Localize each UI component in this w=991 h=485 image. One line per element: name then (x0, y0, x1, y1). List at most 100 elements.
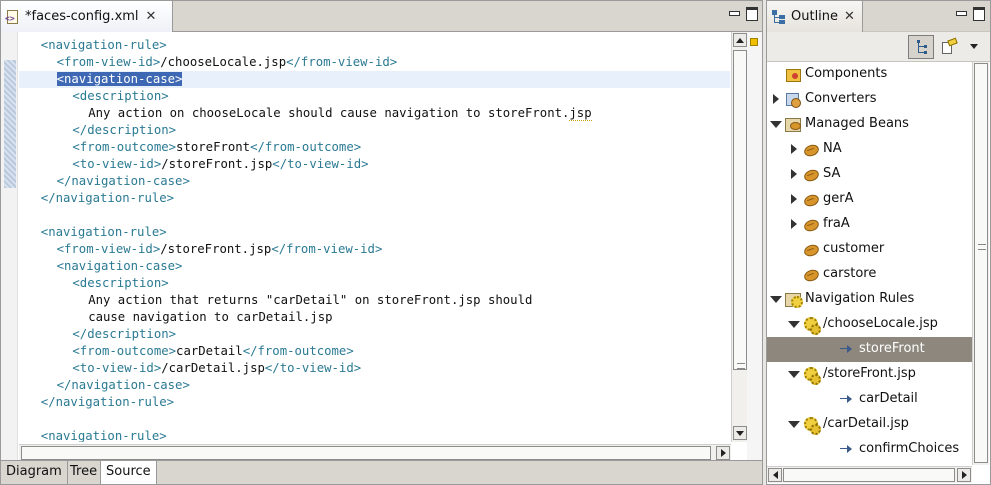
show-hierarchy-icon[interactable] (908, 35, 934, 59)
collapse-icon[interactable] (770, 121, 782, 128)
code-line[interactable]: <from-outcome>storeFront</from-outcome> (19, 139, 730, 156)
tree-item[interactable]: Converters (767, 87, 972, 112)
scroll-up-icon[interactable] (733, 33, 747, 47)
scroll-thumb[interactable] (21, 446, 711, 460)
tree-item[interactable]: customer (767, 237, 972, 262)
scroll-right-icon[interactable] (957, 468, 971, 482)
code-line[interactable]: cause navigation to carDetail.jsp (19, 309, 730, 326)
maximize-icon[interactable] (746, 7, 758, 21)
outline-vertical-scrollbar[interactable] (972, 62, 989, 465)
scroll-thumb[interactable] (733, 50, 747, 370)
tree-item[interactable]: confirmChoices (767, 437, 972, 462)
filter-icon[interactable] (940, 37, 958, 56)
code-line[interactable]: <to-view-id>/storeFront.jsp</to-view-id> (19, 156, 730, 173)
xml-tag: <navigation-rule> (40, 38, 167, 52)
tree-item-label: /chooseLocale.jsp (823, 316, 938, 331)
expand-icon[interactable] (791, 144, 797, 154)
code-line[interactable]: </navigation-case> (19, 173, 730, 190)
editor-vertical-scrollbar[interactable] (731, 32, 747, 442)
code-line[interactable]: <from-view-id>/storeFront.jsp</from-view… (19, 241, 730, 258)
code-line[interactable]: <from-view-id>/chooseLocale.jsp</from-vi… (19, 54, 730, 71)
expand-icon[interactable] (791, 219, 797, 229)
xml-text: jsp (569, 106, 592, 121)
scroll-thumb[interactable] (783, 468, 955, 482)
code-line[interactable]: <navigation-rule> (19, 224, 730, 241)
tree-item[interactable]: storeFront (767, 337, 972, 362)
tree-item[interactable]: NA (767, 137, 972, 162)
code-line[interactable] (19, 207, 730, 224)
outline-icon (771, 9, 787, 25)
tree-item[interactable]: gerA (767, 187, 972, 212)
code-line[interactable]: <navigation-rule> (19, 428, 730, 442)
scroll-right-icon[interactable] (716, 446, 730, 460)
editor-tab[interactable]: <> *faces-config.xml ✕ (1, 1, 173, 32)
code-line[interactable] (19, 411, 730, 428)
xml-tag: </from-outcome> (250, 140, 362, 154)
source-text-area[interactable]: <navigation-rule> <from-view-id>/chooseLo… (19, 32, 730, 442)
code-line[interactable]: <description> (19, 275, 730, 292)
warning-marker-icon[interactable] (750, 38, 758, 46)
expand-icon[interactable] (791, 194, 797, 204)
expand-icon[interactable] (773, 94, 779, 104)
maximize-icon[interactable] (973, 7, 985, 21)
xml-text: carDetail (176, 344, 243, 358)
code-line[interactable]: </description> (19, 122, 730, 139)
outline-tab[interactable]: Outline ✕ (767, 1, 863, 32)
code-line[interactable]: Any action on chooseLocale should cause … (19, 105, 730, 122)
tree-item[interactable]: Components (767, 62, 972, 87)
code-line[interactable]: <description> (19, 88, 730, 105)
tab-source[interactable]: Source (100, 461, 157, 484)
case-arrow-icon (839, 341, 855, 357)
tree-item[interactable]: /chooseLocale.jsp (767, 312, 972, 337)
components-icon (785, 66, 801, 82)
xml-tag: </from-view-id> (286, 55, 398, 69)
tree-item-label: SA (823, 166, 841, 181)
code-line[interactable]: <navigation-rule> (19, 37, 730, 54)
navigation-rules-icon (785, 291, 803, 308)
collapse-icon[interactable] (788, 371, 800, 378)
code-line[interactable]: Any action that returns "carDetail" on s… (19, 292, 730, 309)
code-line[interactable]: <navigation-case> (19, 71, 730, 88)
tree-item[interactable]: /carDetail.jsp (767, 412, 972, 437)
outline-pane: Outline ✕ Components Converters Managed Be… (766, 0, 991, 485)
editor-horizontal-scrollbar[interactable] (19, 444, 731, 460)
view-menu-icon[interactable] (970, 44, 978, 49)
xml-tag: <from-view-id> (56, 55, 161, 69)
range-indicator (4, 60, 16, 188)
tab-diagram[interactable]: Diagram (1, 461, 68, 484)
code-line[interactable]: </navigation-rule> (19, 190, 730, 207)
collapse-icon[interactable] (788, 421, 800, 428)
minimize-icon[interactable] (728, 7, 740, 18)
tree-item-label: Components (805, 66, 888, 81)
tree-item[interactable]: Navigation Rules (767, 287, 972, 312)
code-line[interactable]: <navigation-case> (19, 258, 730, 275)
scroll-down-icon[interactable] (733, 426, 747, 440)
close-icon[interactable]: ✕ (146, 10, 157, 23)
collapse-icon[interactable] (788, 321, 800, 328)
collapse-icon[interactable] (770, 296, 782, 303)
outline-horizontal-scrollbar[interactable] (767, 466, 972, 483)
tree-item[interactable]: carstore (767, 262, 972, 287)
overview-ruler[interactable] (747, 32, 762, 460)
tab-tree[interactable]: Tree (65, 461, 104, 484)
close-icon[interactable]: ✕ (844, 10, 855, 23)
code-line[interactable]: </navigation-rule> (19, 394, 730, 411)
xml-tag: </description> (72, 123, 177, 137)
code-line[interactable]: </description> (19, 326, 730, 343)
outline-toolbar (767, 32, 990, 62)
bean-icon (803, 191, 819, 207)
code-line[interactable]: </navigation-case> (19, 377, 730, 394)
tree-item[interactable]: Managed Beans (767, 112, 972, 137)
rule-gear-icon (803, 316, 821, 335)
tree-item[interactable]: SA (767, 162, 972, 187)
expand-icon[interactable] (791, 169, 797, 179)
tree-item[interactable]: fraA (767, 212, 972, 237)
xml-tag: </navigation-case> (56, 174, 190, 188)
tree-item[interactable]: carDetail (767, 387, 972, 412)
scroll-thumb[interactable] (974, 63, 988, 463)
code-line[interactable]: <to-view-id>/carDetail.jsp</to-view-id> (19, 360, 730, 377)
tree-item[interactable]: /storeFront.jsp (767, 362, 972, 387)
scroll-left-icon[interactable] (768, 468, 782, 482)
code-line[interactable]: <from-outcome>carDetail</from-outcome> (19, 343, 730, 360)
minimize-icon[interactable] (955, 7, 967, 18)
